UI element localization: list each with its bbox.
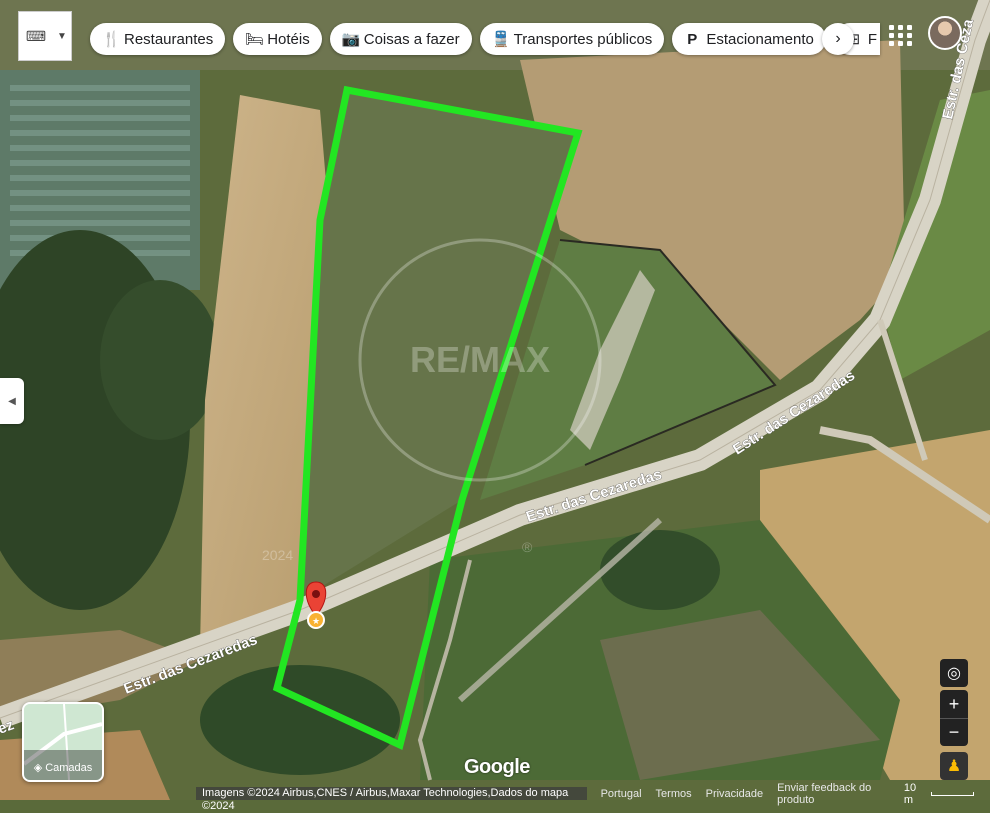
chip-things-to-do[interactable]: 📷 Coisas a fazer <box>329 23 472 55</box>
zoom-in-button[interactable]: + <box>940 691 968 719</box>
keyboard-shortcuts-button[interactable]: ⌨ ▼ <box>18 11 72 61</box>
map-footer: Imagens ©2024 Airbus,CNES / Airbus,Maxar… <box>0 782 990 812</box>
scale-label: 10 m <box>903 781 917 806</box>
camera-icon: 📷 <box>341 31 361 48</box>
zoom-controls: + − <box>940 690 968 746</box>
zoom-out-button[interactable]: − <box>940 719 968 746</box>
street-view-pegman[interactable]: ♟ <box>940 752 968 780</box>
scale-line <box>930 791 974 796</box>
train-icon: 🚆 <box>491 31 511 48</box>
collapse-side-panel-button[interactable]: ◀ <box>0 378 24 424</box>
chevron-left-icon: ◀ <box>8 395 16 407</box>
footer-link-privacy[interactable]: Privacidade <box>706 788 763 800</box>
fork-knife-icon: 🍴 <box>102 31 121 48</box>
satellite-map[interactable]: RE/MAX 2024 ® Estr. das Cezaredas Estr. … <box>0 0 990 800</box>
svg-text:★: ★ <box>312 616 320 626</box>
chip-label: Coisas a fazer <box>363 30 460 48</box>
category-chips: 🍴 Restaurantes 🛏 Hotéis 📷 Coisas a fazer… <box>90 23 880 55</box>
pegman-icon: ♟ <box>946 758 962 775</box>
chip-label: Transportes públicos <box>513 30 653 48</box>
chip-label: Hotéis <box>267 30 310 48</box>
google-logo: Google <box>464 756 530 778</box>
my-location-button[interactable]: ◎ <box>940 659 968 687</box>
keyboard-icon: ⌨ <box>25 27 47 44</box>
parking-icon: P <box>687 30 698 48</box>
footer-link-feedback[interactable]: Enviar feedback do produto <box>777 782 904 806</box>
chip-label: F <box>867 30 878 48</box>
layers-icon: ◈ <box>33 762 43 774</box>
bed-icon: 🛏 <box>245 31 265 48</box>
google-apps-button[interactable] <box>886 20 916 50</box>
chips-next-button[interactable]: › <box>822 23 854 55</box>
plus-icon: + <box>948 693 960 714</box>
avatar[interactable] <box>928 16 962 50</box>
svg-text:®: ® <box>522 539 533 555</box>
chip-restaurants[interactable]: 🍴 Restaurantes <box>90 23 226 55</box>
chevron-down-icon: ▼ <box>57 30 67 42</box>
chip-label: Estacionamento <box>706 30 814 48</box>
layers-label: Camadas <box>45 761 93 774</box>
chevron-right-icon: › <box>835 30 841 47</box>
chip-transit[interactable]: 🚆 Transportes públicos <box>479 23 665 55</box>
svg-text:RE/MAX: RE/MAX <box>410 339 550 380</box>
location-pin[interactable]: ★ <box>305 581 327 629</box>
minus-icon: − <box>948 721 960 742</box>
scale-bar[interactable]: 10 m <box>904 782 974 806</box>
svg-text:2024: 2024 <box>262 547 293 563</box>
footer-link-country[interactable]: Portugal <box>601 788 642 800</box>
layers-button[interactable]: ◈ Camadas <box>22 702 104 782</box>
chip-hotels[interactable]: 🛏 Hotéis <box>233 23 322 55</box>
chip-parking[interactable]: P Estacionamento <box>672 23 826 55</box>
chip-label: Restaurantes <box>124 30 214 48</box>
footer-link-terms[interactable]: Termos <box>656 788 692 800</box>
crosshair-icon: ◎ <box>947 665 961 682</box>
imagery-attribution: Imagens ©2024 Airbus,CNES / Airbus,Maxar… <box>196 787 587 812</box>
